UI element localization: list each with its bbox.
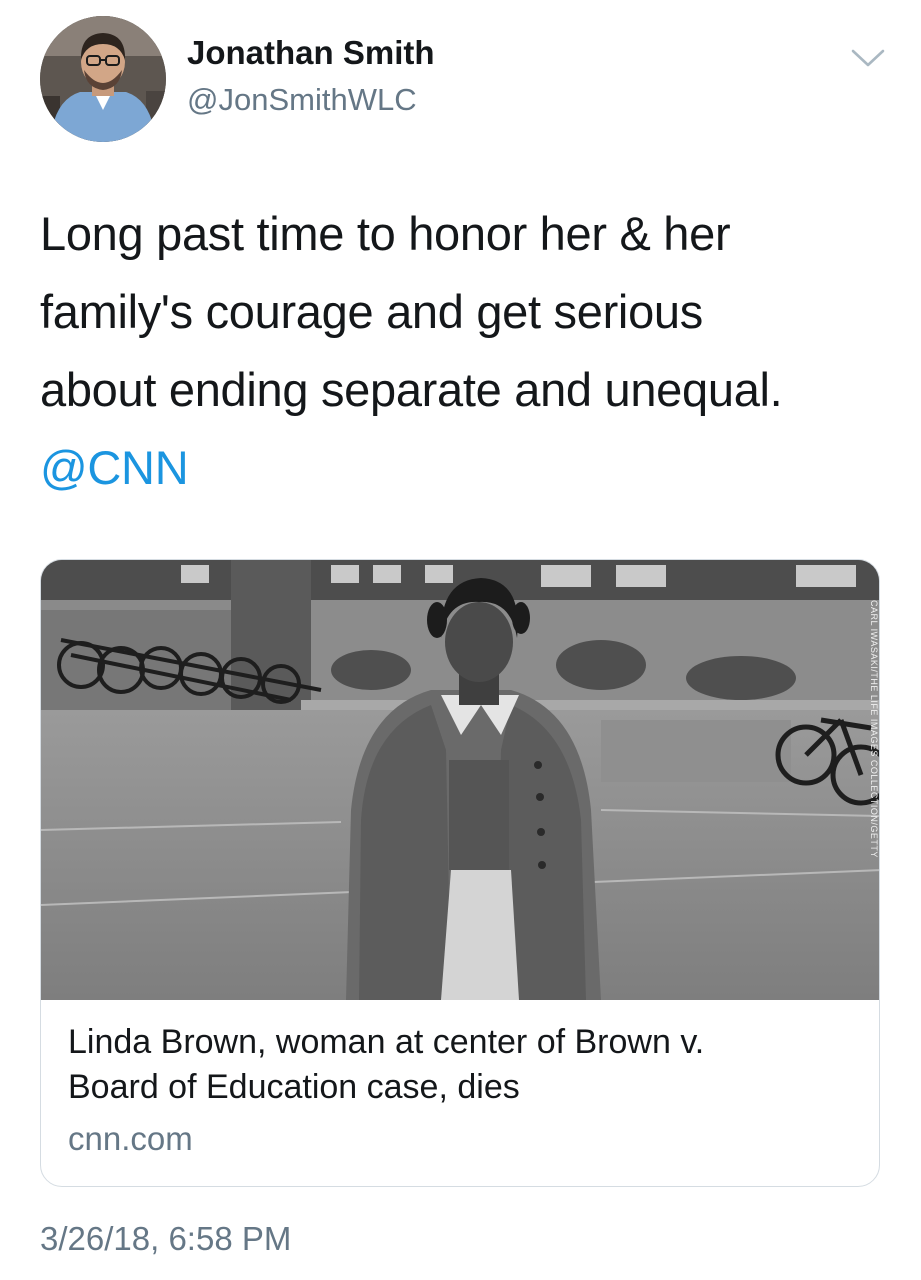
image-credit: CARL IWASAKI/THE LIFE IMAGES COLLECTION/…: [869, 600, 879, 858]
tweet-timestamp[interactable]: 3/26/18, 6:58 PM: [40, 1220, 291, 1258]
chevron-down-icon[interactable]: [850, 46, 886, 70]
avatar-photo: [40, 16, 166, 142]
tweet-text-line: about ending separate and unequal.: [40, 363, 783, 416]
card-domain: cnn.com: [68, 1120, 193, 1157]
tweet-text: Long past time to honor her & her family…: [40, 195, 890, 507]
card-image[interactable]: CARL IWASAKI/THE LIFE IMAGES COLLECTION/…: [41, 560, 879, 1000]
card-title-line: Board of Education case, dies: [68, 1068, 520, 1106]
card-title-line: Linda Brown, woman at center of Brown v.: [68, 1023, 705, 1061]
author-avatar[interactable]: [40, 16, 166, 142]
card-title[interactable]: Linda Brown, woman at center of Brown v.…: [68, 1020, 848, 1110]
link-card[interactable]: CARL IWASAKI/THE LIFE IMAGES COLLECTION/…: [40, 559, 880, 1187]
mention-link[interactable]: @CNN: [40, 429, 890, 507]
author-handle[interactable]: @JonSmithWLC: [187, 82, 417, 118]
author-display-name[interactable]: Jonathan Smith: [187, 34, 435, 72]
tweet-text-line: Long past time to honor her & her: [40, 207, 731, 260]
tweet-text-line: family's courage and get serious: [40, 285, 703, 338]
